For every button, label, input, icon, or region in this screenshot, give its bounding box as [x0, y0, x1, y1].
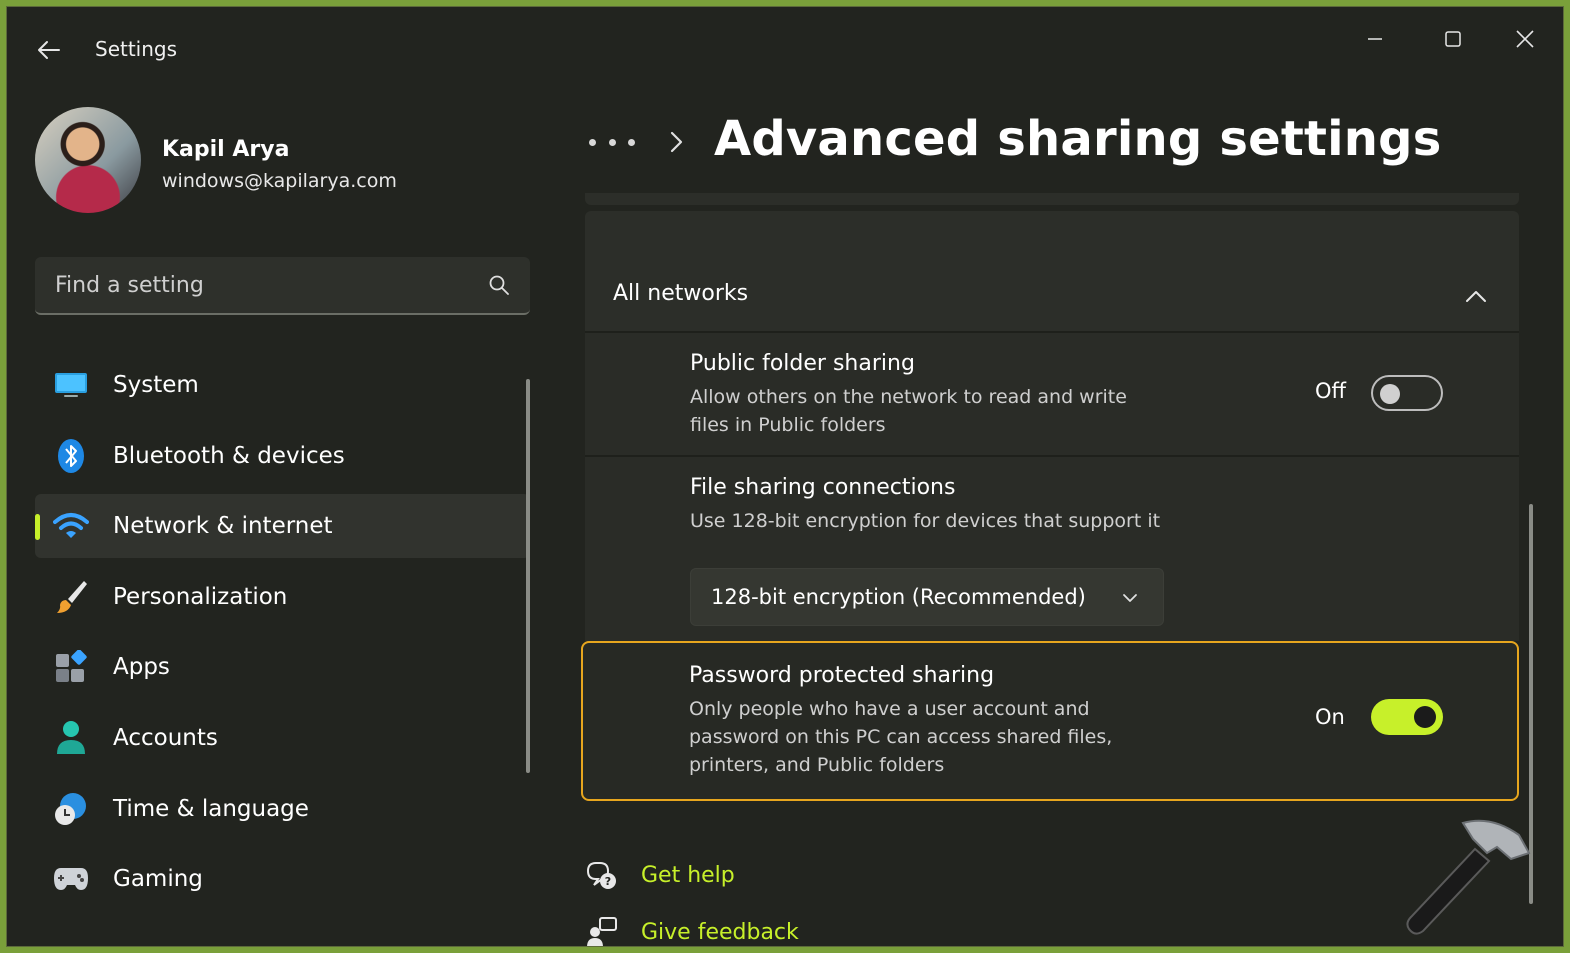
- toggle-state-label: Off: [1315, 379, 1346, 403]
- wifi-icon: [53, 508, 89, 544]
- previous-group-card: [585, 193, 1519, 205]
- setting-description: Use 128-bit encryption for devices that …: [690, 510, 1161, 532]
- sidebar-item-gaming[interactable]: Gaming: [35, 847, 530, 911]
- sidebar-item-time-language[interactable]: Time & language: [35, 777, 530, 841]
- sidebar-item-label: Personalization: [113, 583, 288, 610]
- monitor-icon: [53, 367, 89, 403]
- back-button[interactable]: [29, 33, 69, 67]
- user-email: windows@kapilarya.com: [162, 170, 397, 192]
- maximize-icon: [1445, 31, 1461, 47]
- setting-description: Allow others on the network to read and …: [690, 386, 1127, 436]
- sidebar-item-accounts[interactable]: Accounts: [35, 706, 530, 770]
- sidebar-item-bluetooth[interactable]: Bluetooth & devices: [35, 424, 530, 488]
- sidebar-item-label: System: [113, 372, 199, 398]
- minimize-icon: [1368, 38, 1382, 40]
- settings-window: Settings Kapil Arya windows@kapilarya.co…: [6, 6, 1564, 947]
- encryption-dropdown[interactable]: 128-bit encryption (Recommended): [690, 568, 1164, 626]
- setting-description: Only people who have a user account and …: [689, 698, 1113, 776]
- toggle-knob: [1380, 384, 1400, 404]
- all-networks-header[interactable]: All networks: [585, 211, 1519, 331]
- password-protected-sharing-row: Password protected sharing Only people w…: [581, 641, 1519, 801]
- hammer-logo: [1406, 819, 1531, 935]
- sidebar-item-label: Bluetooth & devices: [113, 442, 345, 469]
- sidebar-item-label: Network & internet: [113, 513, 333, 540]
- apps-icon: [53, 649, 89, 685]
- app-title: Settings: [95, 37, 178, 61]
- bluetooth-icon: [53, 438, 89, 474]
- help-chat-icon: ?: [585, 858, 619, 892]
- sidebar-item-personalization[interactable]: Personalization: [35, 565, 530, 629]
- close-button[interactable]: [1497, 15, 1553, 63]
- dropdown-selected-value: 128-bit encryption (Recommended): [711, 585, 1086, 609]
- toggle-knob: [1414, 706, 1436, 728]
- paintbrush-icon: [53, 579, 89, 615]
- gamepad-icon: [53, 861, 89, 897]
- setting-title: Password protected sharing: [689, 663, 995, 688]
- password-protected-sharing-toggle[interactable]: [1371, 699, 1443, 735]
- page-title: Advanced sharing settings: [714, 111, 1442, 167]
- give-feedback-link[interactable]: Give feedback: [585, 912, 799, 946]
- public-folder-sharing-toggle[interactable]: [1371, 375, 1443, 411]
- search-input[interactable]: [35, 257, 475, 313]
- svg-text:?: ?: [605, 875, 611, 888]
- search-icon[interactable]: [488, 274, 510, 296]
- setting-title: Public folder sharing: [690, 351, 915, 376]
- sidebar-item-label: Apps: [113, 654, 170, 681]
- sidebar-item-network[interactable]: Network & internet: [35, 494, 530, 559]
- file-sharing-connections-row: File sharing connections Use 128-bit enc…: [585, 455, 1519, 641]
- setting-title: File sharing connections: [690, 475, 956, 500]
- more-icon: [589, 138, 596, 146]
- close-icon: [1516, 30, 1534, 48]
- sidebar-item-label: Gaming: [113, 866, 203, 893]
- chevron-down-icon: [1123, 594, 1137, 602]
- title-bar: Settings: [7, 7, 1563, 87]
- toggle-state-label: On: [1315, 705, 1345, 729]
- public-folder-sharing-row: Public folder sharing Allow others on th…: [585, 331, 1519, 455]
- maximize-button[interactable]: [1425, 15, 1481, 63]
- person-icon: [53, 720, 89, 756]
- user-name: Kapil Arya: [162, 137, 290, 162]
- breadcrumb-more-button[interactable]: [589, 127, 635, 157]
- clock-globe-icon: [53, 791, 89, 827]
- more-icon-dot: [608, 138, 616, 146]
- group-title: All networks: [613, 281, 749, 306]
- give-feedback-text: Give feedback: [641, 919, 799, 945]
- chevron-right-icon: [670, 131, 683, 153]
- sidebar-item-system[interactable]: System: [35, 353, 530, 417]
- settings-content: All networks Public folder sharing Allow…: [581, 193, 1519, 813]
- feedback-icon: [585, 915, 619, 946]
- search-box: [35, 257, 530, 315]
- minimize-button[interactable]: [1347, 15, 1403, 63]
- sidebar-item-label: Accounts: [113, 724, 218, 751]
- avatar[interactable]: [35, 107, 141, 213]
- chevron-up-icon[interactable]: [1461, 281, 1491, 311]
- get-help-text: Get help: [641, 862, 735, 888]
- sidebar-nav: System Bluetooth & devices Network & int…: [35, 353, 530, 918]
- arrow-left-icon: [38, 41, 60, 59]
- more-icon-dot: [628, 138, 635, 146]
- sidebar-scrollbar[interactable]: [526, 379, 530, 773]
- get-help-link[interactable]: ? Get help: [585, 855, 735, 895]
- sidebar-item-label: Time & language: [113, 795, 309, 822]
- sidebar-item-apps[interactable]: Apps: [35, 635, 530, 699]
